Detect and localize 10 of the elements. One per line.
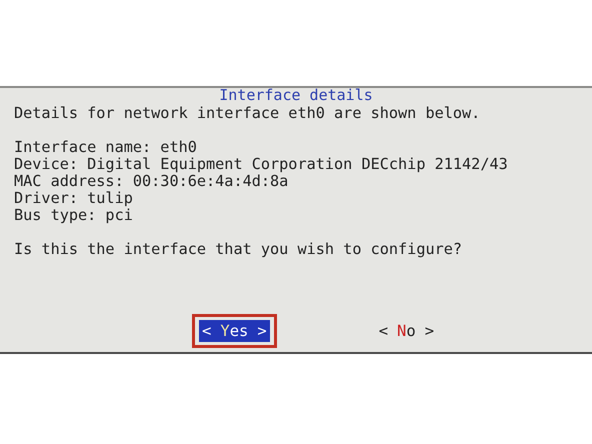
- dialog-text: MAC address: 00:30:6e:4a:4d:8a: [14, 173, 288, 190]
- dialog-text: Bus type: pci: [14, 207, 134, 224]
- dialog-text: Interface name: eth0: [14, 139, 198, 156]
- dialog-title: Interface details: [219, 87, 373, 103]
- dialog-button[interactable]: < No >: [376, 320, 438, 342]
- dialog-text: Device: Digital Equipment Corporation DECchip 21142/43: [14, 156, 509, 173]
- dialog-text: Driver: tulip: [14, 190, 134, 207]
- dialog-button[interactable]: < Yes >: [199, 320, 270, 342]
- dialog-text: Details for network interface eth0 are shown below.: [14, 105, 482, 122]
- dialog-text: Is this the interface that you wish to configure?: [14, 241, 464, 258]
